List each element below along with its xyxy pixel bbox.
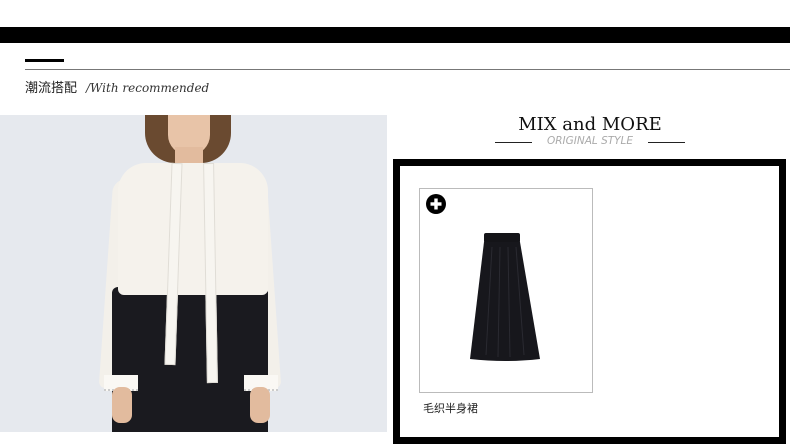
photo-hand-right <box>250 387 270 423</box>
top-black-bar <box>0 27 790 43</box>
section-accent-line <box>25 59 64 62</box>
subtitle-line-right <box>648 142 685 143</box>
product-name[interactable]: 毛织半身裙 <box>423 400 478 416</box>
mix-title: MIX and MORE <box>518 114 662 135</box>
section-divider <box>25 69 790 70</box>
mix-subtitle: ORIGINAL STYLE <box>546 135 634 147</box>
plus-circle-icon[interactable] <box>426 194 446 214</box>
subtitle-line-left <box>495 142 532 143</box>
section-title-cn: 潮流搭配 <box>25 81 78 96</box>
product-image[interactable] <box>470 233 542 361</box>
photo-blouse <box>118 163 268 295</box>
photo-skirt <box>112 287 268 432</box>
photo-hand-left <box>112 387 132 423</box>
section-title-en: /With recommended <box>86 81 210 95</box>
model-photo <box>0 115 387 432</box>
section-heading: 潮流搭配 /With recommended <box>25 77 209 97</box>
